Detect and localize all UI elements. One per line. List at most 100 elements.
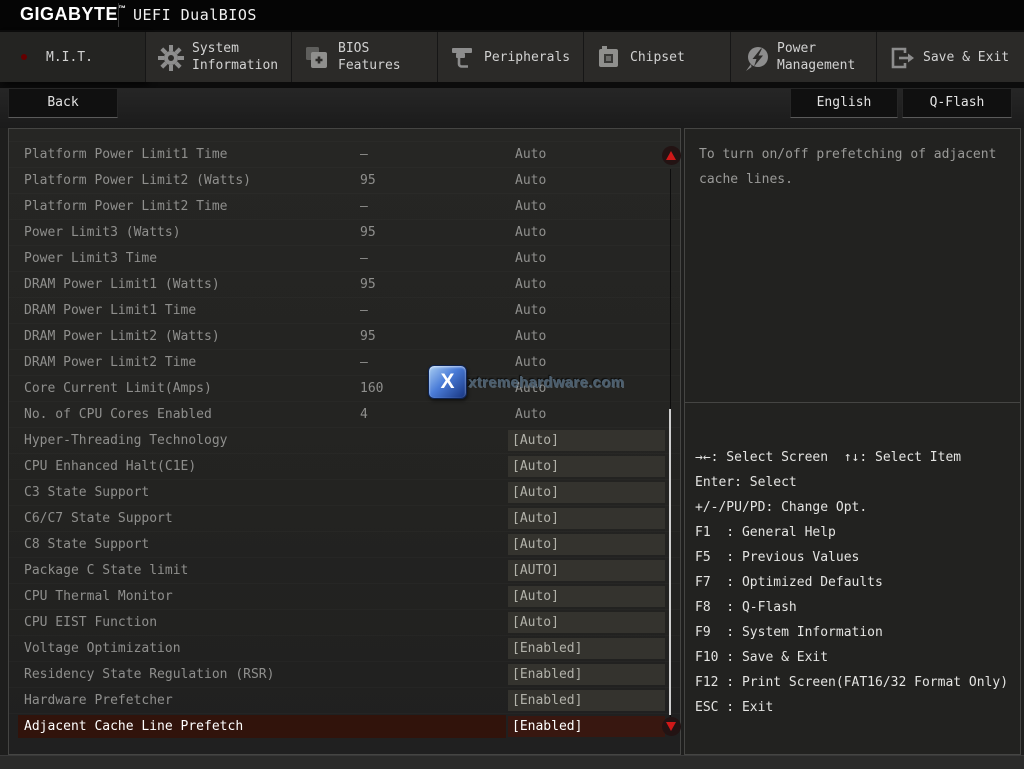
bottom-strip [0,755,1024,769]
tab-system-information[interactable]: System Information [146,32,292,82]
list-item[interactable]: DRAM Power Limit2 (Watts)95Auto [9,323,680,349]
setting-value-box[interactable]: [Enabled] [508,690,665,711]
setting-label: CPU Enhanced Halt(C1E) [24,454,196,479]
tab-label: Save & Exit [923,32,1021,82]
list-item[interactable]: Power Limit3 Time – Auto [9,245,680,271]
list-item[interactable]: C3 State Support[Auto] [9,479,680,505]
titlebar-divider [118,3,119,27]
watermark-text: xtremehardware.com [468,374,624,391]
tab-label: Chipset [630,32,728,82]
tab-label: Peripherals [484,32,582,82]
list-item[interactable]: CPU Enhanced Halt(C1E) [Auto] [9,453,680,479]
setting-value: – [360,246,368,271]
mit-dial-icon [12,45,40,73]
list-item[interactable]: DRAM Power Limit2 Time–Auto [9,349,680,375]
list-item[interactable]: C8 State Support [Auto] [9,531,680,557]
watermark-logo: X [428,365,467,399]
setting-value-box[interactable]: [Auto] [508,534,665,555]
product-title: UEFI DualBIOS [133,6,257,24]
list-item[interactable]: CPU EIST Function [Auto] [9,609,680,635]
list-item[interactable]: Hardware Prefetcher[Enabled] [9,687,680,713]
setting-label: DRAM Power Limit1 (Watts) [24,272,220,297]
qflash-button[interactable]: Q-Flash [902,88,1012,118]
tab-label: M.I.T. [46,32,144,82]
tab-chipset[interactable]: Chipset [584,32,731,82]
setting-label: No. of CPU Cores Enabled [24,402,212,427]
help-panel: To turn on/off prefetching of adjacent c… [684,128,1021,755]
setting-mode: Auto [515,194,546,219]
list-item[interactable]: Power Limit3 (Watts)95Auto [9,219,680,245]
list-item[interactable]: Residency State Regulation (RSR)[Enabled… [9,661,680,687]
list-item[interactable]: Package C State limit[AUTO] [9,557,680,583]
legend-line: ESC : Exit [695,695,1008,720]
scrollbar-thumb[interactable] [669,409,671,715]
setting-mode: Auto [515,272,546,297]
setting-value: – [360,194,368,219]
list-item[interactable]: Platform Power Limit2 Time–Auto [9,193,680,219]
legend-line: F10 : Save & Exit [695,645,1008,670]
legend-line: →←: Select Screen ↑↓: Select Item [695,445,1008,470]
legend-line: F5 : Previous Values [695,545,1008,570]
setting-label: Core Current Limit(Amps) [24,376,212,401]
list-item[interactable]: Hyper-Threading Technology[Auto] [9,427,680,453]
setting-value: 95 [360,220,376,245]
key-legend: →←: Select Screen ↑↓: Select Item Enter:… [695,445,1008,720]
tab-bios-features[interactable]: BIOS Features [292,32,438,82]
setting-mode: Auto [515,298,546,323]
gigabyte-logo-text: GIGABYTE [20,4,118,24]
tab-mit[interactable]: M.I.T. [0,32,146,82]
setting-value: 160 [360,376,383,401]
setting-value-box[interactable]: [Auto] [508,508,665,529]
power-bolt-icon [743,45,771,73]
list-item[interactable]: Platform Power Limit2 (Watts) 95 Auto [9,167,680,193]
setting-value-box[interactable]: [Auto] [508,456,665,477]
setting-value-box[interactable]: [Auto] [508,612,665,633]
setting-mode: Auto [515,402,546,427]
setting-label: Platform Power Limit1 Time [24,142,228,167]
list-item[interactable]: No. of CPU Cores Enabled 4 Auto [9,401,680,427]
list-item[interactable]: CPU Thermal Monitor[Auto] [9,583,680,609]
setting-label: CPU EIST Function [24,610,157,635]
setting-value-box[interactable]: [Enabled] [508,638,665,659]
list-item-selected[interactable]: Adjacent Cache Line Prefetch [Enabled] [9,713,680,739]
list-item[interactable]: C6/C7 State Support[Auto] [9,505,680,531]
chipset-icon [596,45,624,73]
tab-bar: M.I.T. System Information BIOS Features … [0,30,1024,88]
setting-value-box[interactable]: [Auto] [508,482,665,503]
setting-label: C8 State Support [24,532,149,557]
language-button[interactable]: English [790,88,898,118]
scroll-down-button[interactable] [662,717,681,736]
gear-icon [158,45,186,73]
tab-save-exit[interactable]: Save & Exit [877,32,1024,82]
list-item[interactable]: DRAM Power Limit1 (Watts)95Auto [9,271,680,297]
list-item[interactable]: Voltage Optimization[Enabled] [9,635,680,661]
scroll-up-button[interactable] [662,146,681,165]
setting-value-box[interactable]: [Enabled] [508,716,665,737]
setting-value-box[interactable]: [Auto] [508,430,665,451]
setting-value: 4 [360,402,368,427]
back-button[interactable]: Back [8,88,118,118]
list-item[interactable]: DRAM Power Limit1 Time–Auto [9,297,680,323]
list-item[interactable]: Platform Power Limit1 Time–Auto [9,141,680,167]
setting-mode: Auto [515,168,546,193]
setting-mode: Auto [515,220,546,245]
setting-label: Power Limit3 Time [24,246,157,271]
setting-value: – [360,298,368,323]
tab-power-management[interactable]: Power Management [731,32,877,82]
setting-value-box[interactable]: [AUTO] [508,560,665,581]
setting-label: Adjacent Cache Line Prefetch [24,714,243,739]
trademark-symbol: ™ [118,4,127,13]
setting-value: – [360,350,368,375]
setting-label: Platform Power Limit2 (Watts) [24,168,251,193]
control-row: Back English Q-Flash [0,88,1024,128]
bios-features-icon [304,45,332,73]
setting-value: 95 [360,324,376,349]
tab-label: System Information [192,32,290,82]
setting-value-box[interactable]: [Auto] [508,586,665,607]
legend-line: F1 : General Help [695,520,1008,545]
setting-mode: Auto [515,246,546,271]
setting-label: DRAM Power Limit2 (Watts) [24,324,220,349]
tab-peripherals[interactable]: Peripherals [438,32,584,82]
setting-value: 95 [360,168,376,193]
setting-value-box[interactable]: [Enabled] [508,664,665,685]
